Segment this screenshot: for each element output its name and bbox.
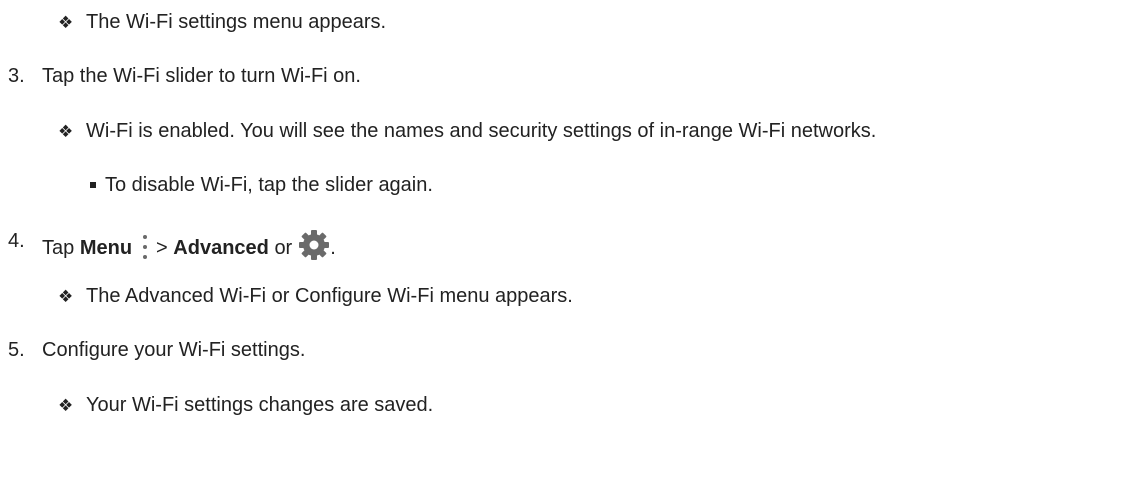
step-5-text: Configure your Wi-Fi settings. <box>42 339 306 361</box>
step-3-text: Tap the Wi-Fi slider to turn Wi-Fi on. <box>42 65 361 87</box>
step-4-menu-label: Menu <box>79 237 133 259</box>
step-3-number: 3. <box>8 65 25 87</box>
step-4: 4. Tap Menu > Advanced or . <box>8 229 336 260</box>
step-5-result: ❖ Your Wi-Fi settings changes are saved. <box>58 393 433 417</box>
step-3-result: ❖ Wi-Fi is enabled. You will see the nam… <box>58 119 876 143</box>
step-4-or: or <box>274 237 293 259</box>
gear-icon <box>299 230 330 260</box>
step-3-result-text: Wi-Fi is enabled. You will see the names… <box>86 120 877 142</box>
step-5: 5. Configure your Wi-Fi settings. <box>8 338 305 362</box>
step-4-result-text: The Advanced Wi-Fi or Configure Wi-Fi me… <box>86 285 573 307</box>
step-4-instruction: Tap Menu > Advanced or . <box>42 229 336 262</box>
step-4-gt: > <box>156 237 168 259</box>
step-2-result: ❖ The Wi-Fi settings menu appears. <box>58 10 386 34</box>
step-4-number: 4. <box>8 230 25 252</box>
diamond-bullet-icon: ❖ <box>58 396 74 415</box>
diamond-bullet-icon: ❖ <box>58 13 74 32</box>
step-3: 3. Tap the Wi-Fi slider to turn Wi-Fi on… <box>8 64 361 88</box>
diamond-bullet-icon: ❖ <box>58 287 74 306</box>
step-5-number: 5. <box>8 339 25 361</box>
step-5-result-text: Your Wi-Fi settings changes are saved. <box>86 394 434 416</box>
diamond-bullet-icon: ❖ <box>58 122 74 141</box>
step-2-result-text: The Wi-Fi settings menu appears. <box>86 11 387 33</box>
step-3-note-text: To disable Wi-Fi, tap the slider again. <box>105 174 433 196</box>
step-4-result: ❖ The Advanced Wi-Fi or Configure Wi-Fi … <box>58 284 573 308</box>
step-4-advanced-label: Advanced <box>173 237 269 259</box>
square-bullet-icon <box>90 182 96 188</box>
menu-dots-icon <box>140 234 150 262</box>
step-4-tap: Tap <box>42 237 75 259</box>
step-4-period: . <box>330 237 336 259</box>
